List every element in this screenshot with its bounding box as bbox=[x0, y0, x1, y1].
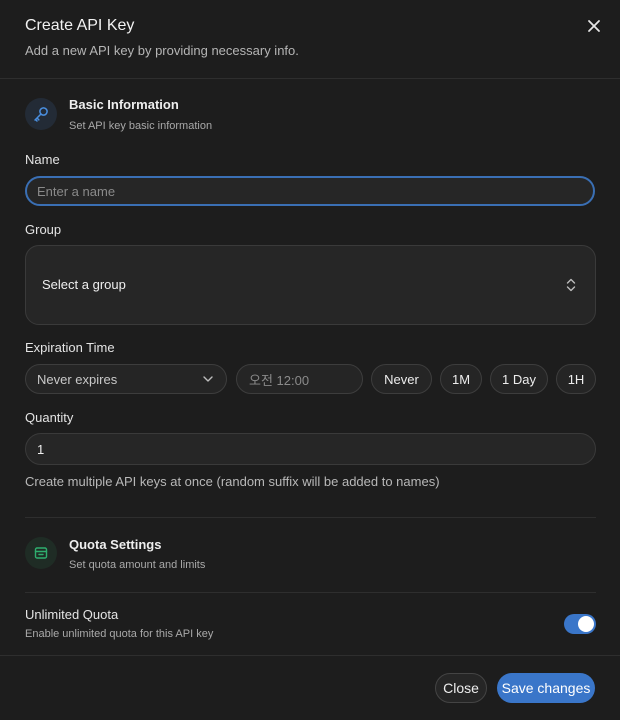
quantity-label: Quantity bbox=[25, 410, 74, 425]
preset-1m-button[interactable]: 1M bbox=[440, 364, 482, 394]
quota-settings-title: Quota Settings bbox=[69, 537, 162, 552]
header-divider bbox=[0, 78, 620, 79]
group-label: Group bbox=[25, 222, 62, 237]
close-icon[interactable] bbox=[584, 16, 604, 36]
chevron-down-icon bbox=[202, 373, 214, 388]
group-select[interactable]: Select a group bbox=[25, 245, 596, 325]
save-changes-button[interactable]: Save changes bbox=[497, 673, 595, 703]
expiration-select[interactable]: Never expires bbox=[25, 364, 227, 394]
quota-divider bbox=[25, 592, 596, 593]
name-label: Name bbox=[25, 152, 60, 167]
dialog-subtitle: Add a new API key by providing necessary… bbox=[25, 43, 299, 58]
dialog-title: Create API Key bbox=[25, 17, 135, 34]
key-icon bbox=[25, 98, 57, 130]
preset-never-button[interactable]: Never bbox=[371, 364, 432, 394]
quota-settings-subtitle: Set quota amount and limits bbox=[69, 559, 206, 571]
expiration-time-value: 오전 12:00 bbox=[249, 372, 310, 388]
basic-info-title: Basic Information bbox=[69, 97, 179, 112]
expiration-label: Expiration Time bbox=[25, 340, 115, 355]
preset-1h-button[interactable]: 1H bbox=[556, 364, 596, 394]
unlimited-quota-label: Unlimited Quota bbox=[25, 607, 119, 622]
section-divider bbox=[25, 517, 596, 518]
close-button[interactable]: Close bbox=[435, 673, 487, 703]
unlimited-quota-description: Enable unlimited quota for this API key bbox=[25, 628, 214, 640]
name-input[interactable] bbox=[25, 176, 595, 206]
toggle-knob bbox=[578, 616, 594, 632]
footer-divider bbox=[0, 655, 620, 656]
expiration-time-input[interactable]: 오전 12:00 bbox=[236, 364, 363, 394]
wallet-icon bbox=[25, 537, 57, 569]
quantity-input[interactable] bbox=[25, 433, 596, 465]
preset-1day-button[interactable]: 1 Day bbox=[490, 364, 548, 394]
group-select-value: Select a group bbox=[42, 277, 126, 292]
basic-info-subtitle: Set API key basic information bbox=[69, 120, 213, 132]
chevron-up-down-icon bbox=[564, 277, 578, 293]
create-api-key-dialog: Create API Key Add a new API key by prov… bbox=[0, 0, 620, 720]
unlimited-quota-toggle[interactable] bbox=[564, 614, 596, 634]
expiration-select-value: Never expires bbox=[37, 371, 118, 387]
quantity-help-text: Create multiple API keys at once (random… bbox=[25, 474, 440, 489]
